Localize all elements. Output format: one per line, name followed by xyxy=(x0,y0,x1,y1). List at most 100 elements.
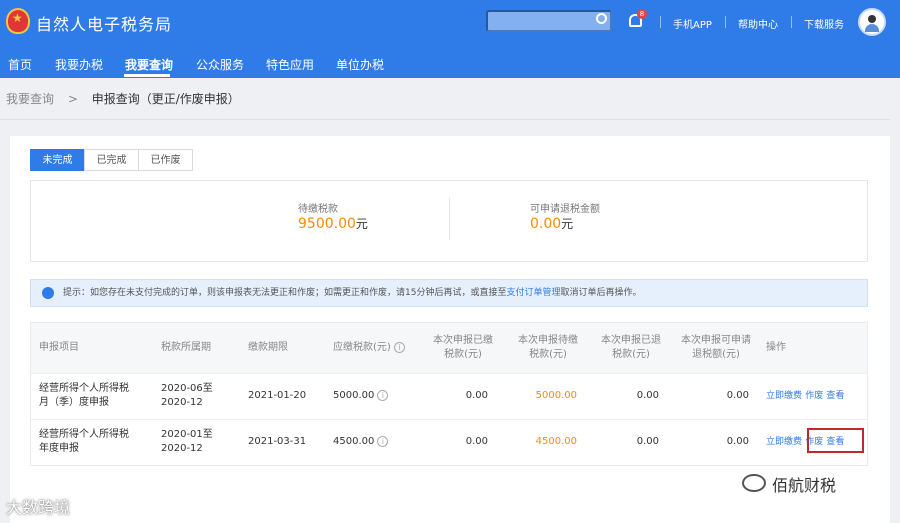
pay-now-link[interactable]: 立即缴费 xyxy=(766,437,802,447)
nav-unit-tax[interactable]: 单位办税 xyxy=(336,56,384,73)
cell-project: 经营所得个人所得税 年度申报 xyxy=(39,428,129,456)
divider xyxy=(0,119,890,120)
col-period: 税款所属期 xyxy=(161,342,211,353)
col-deadline: 缴款期限 xyxy=(248,342,288,353)
nav-tax-handling[interactable]: 我要办税 xyxy=(55,56,103,73)
payable-value: 4500.00 xyxy=(333,436,375,447)
pending-tax-value: 9500.00 xyxy=(298,216,356,232)
payable-value: 5000.00 xyxy=(333,390,375,401)
table-header: 申报项目 税款所属期 缴款期限 应缴税款(元) i 本次申报已缴 税款(元) 本次申… xyxy=(31,323,867,373)
mobile-app-link[interactable]: 手机APP xyxy=(673,16,712,31)
tab-incomplete[interactable]: 未完成 xyxy=(30,149,85,171)
cell-refundable: 0.00 xyxy=(726,390,749,401)
project-line1: 经营所得个人所得税 xyxy=(39,383,129,394)
cell-deadline: 2021-01-20 xyxy=(248,390,307,401)
cell-period: 2020-01至 2020-12 xyxy=(161,428,213,456)
payment-order-link[interactable]: 支付订单管理 xyxy=(506,288,560,298)
tax-emblem-logo xyxy=(6,8,30,34)
table-row: 经营所得个人所得税 月（季）度申报 2020-06至 2020-12 2021-01… xyxy=(31,373,867,419)
col-refunded-line2: 税款(元) xyxy=(612,349,650,360)
col-payable: 应缴税款(元) i xyxy=(333,341,405,355)
status-tabs: 未完成 已完成 已作废 xyxy=(30,149,193,171)
cell-payable: 4500.00 i xyxy=(333,435,389,449)
project-line2: 月（季）度申报 xyxy=(39,397,109,408)
col-topay-line2: 税款(元) xyxy=(529,349,567,360)
highlight-box xyxy=(807,428,864,453)
col-refundable: 本次申报可申请 退税额(元) xyxy=(671,334,761,362)
col-paid-line2: 税款(元) xyxy=(444,349,482,360)
col-paid: 本次申报已缴 税款(元) xyxy=(423,334,503,362)
search-icon[interactable] xyxy=(596,13,607,24)
col-refunded: 本次申报已退 税款(元) xyxy=(591,334,671,362)
col-topay-line1: 本次申报待缴 xyxy=(518,335,578,346)
declaration-table: 申报项目 税款所属期 缴款期限 应缴税款(元) i 本次申报已缴 税款(元) 本次申… xyxy=(30,322,868,466)
pay-now-link[interactable]: 立即缴费 xyxy=(766,391,802,401)
void-link[interactable]: 作废 xyxy=(805,391,823,401)
user-avatar[interactable] xyxy=(858,8,886,36)
view-link[interactable]: 查看 xyxy=(826,391,844,401)
col-ops: 操作 xyxy=(766,342,786,353)
col-refundable-line2: 退税额(元) xyxy=(692,349,740,360)
chevron-right-icon: > xyxy=(67,92,78,106)
cell-refundable: 0.00 xyxy=(726,436,749,447)
notice-text: 提示：如您存在未支付完成的订单，则该申报表无法更正和作废；如需更正和作废，请15… xyxy=(63,288,507,298)
breadcrumb-parent[interactable]: 我要查询 xyxy=(6,92,54,106)
col-project: 申报项目 xyxy=(39,342,79,353)
cell-topay: 4500.00 xyxy=(535,436,577,447)
breadcrumb-current: 申报查询（更正/作废申报） xyxy=(91,92,240,106)
refundable-amount: 0.00元 xyxy=(530,215,573,232)
col-paid-line1: 本次申报已缴 xyxy=(433,335,493,346)
download-service-link[interactable]: 下载服务 xyxy=(804,16,844,31)
divider xyxy=(791,16,792,28)
col-refundable-line1: 本次申报可申请 xyxy=(681,335,751,346)
info-icon xyxy=(42,287,54,299)
cell-deadline: 2021-03-31 xyxy=(248,436,307,447)
help-icon[interactable]: i xyxy=(393,341,405,353)
notice-banner: 提示：如您存在未支付完成的订单，则该申报表无法更正和作废；如需更正和作废，请15… xyxy=(30,279,868,307)
site-title: 自然人电子税务局 xyxy=(36,15,173,34)
cell-actions: 立即缴费 作废 查看 xyxy=(766,389,844,403)
pending-tax-amount: 9500.00元 xyxy=(298,215,368,232)
notice-text-end: 取消订单后再操作。 xyxy=(560,288,642,298)
col-payable-label: 应缴税款(元) xyxy=(333,342,391,353)
pending-tax-label: 待缴税款 xyxy=(298,204,338,215)
nav-query[interactable]: 我要查询 xyxy=(125,56,173,73)
cell-project: 经营所得个人所得税 月（季）度申报 xyxy=(39,382,129,410)
refundable-label: 可申请退税金额 xyxy=(530,204,600,215)
breadcrumb: 我要查询 > 申报查询（更正/作废申报） xyxy=(6,90,240,107)
cell-paid: 0.00 xyxy=(465,390,488,401)
notification-badge: 8 xyxy=(637,9,647,19)
tab-voided[interactable]: 已作废 xyxy=(138,149,193,171)
nav-home[interactable]: 首页 xyxy=(8,56,32,73)
table-row: 经营所得个人所得税 年度申报 2020-01至 2020-12 2021-03-31… xyxy=(31,419,867,465)
cell-refunded: 0.00 xyxy=(636,390,659,401)
col-refunded-line1: 本次申报已退 xyxy=(601,335,661,346)
top-header: 自然人电子税务局 8 手机APP 帮助中心 下载服务 首页 我要办税 我要查询 … xyxy=(0,0,900,78)
info-icon[interactable]: i xyxy=(377,435,389,447)
nav-public-service[interactable]: 公众服务 xyxy=(196,56,244,73)
cell-topay: 5000.00 xyxy=(535,390,577,401)
info-icon[interactable]: i xyxy=(377,389,389,401)
divider xyxy=(660,16,661,28)
cell-paid: 0.00 xyxy=(465,436,488,447)
search-input[interactable] xyxy=(486,10,612,32)
nav-special-apps[interactable]: 特色应用 xyxy=(266,56,314,73)
wechat-icon xyxy=(742,474,766,492)
cell-period: 2020-06至 2020-12 xyxy=(161,382,213,410)
help-center-link[interactable]: 帮助中心 xyxy=(738,16,778,31)
col-topay: 本次申报待缴 税款(元) xyxy=(508,334,588,362)
project-line2: 年度申报 xyxy=(39,443,79,454)
period-line2: 2020-12 xyxy=(161,397,203,408)
cell-refunded: 0.00 xyxy=(636,436,659,447)
refundable-value: 0.00 xyxy=(530,216,562,232)
cell-payable: 5000.00 i xyxy=(333,389,389,403)
watermark-right: 佰航财税 xyxy=(772,476,837,495)
period-line1: 2020-06至 xyxy=(161,383,213,394)
watermark-left: 大数跨境 xyxy=(6,498,71,517)
period-line1: 2020-01至 xyxy=(161,429,213,440)
tab-completed[interactable]: 已完成 xyxy=(84,149,139,171)
divider xyxy=(725,16,726,28)
project-line1: 经营所得个人所得税 xyxy=(39,429,129,440)
currency-unit: 元 xyxy=(355,217,368,231)
divider xyxy=(449,198,450,240)
